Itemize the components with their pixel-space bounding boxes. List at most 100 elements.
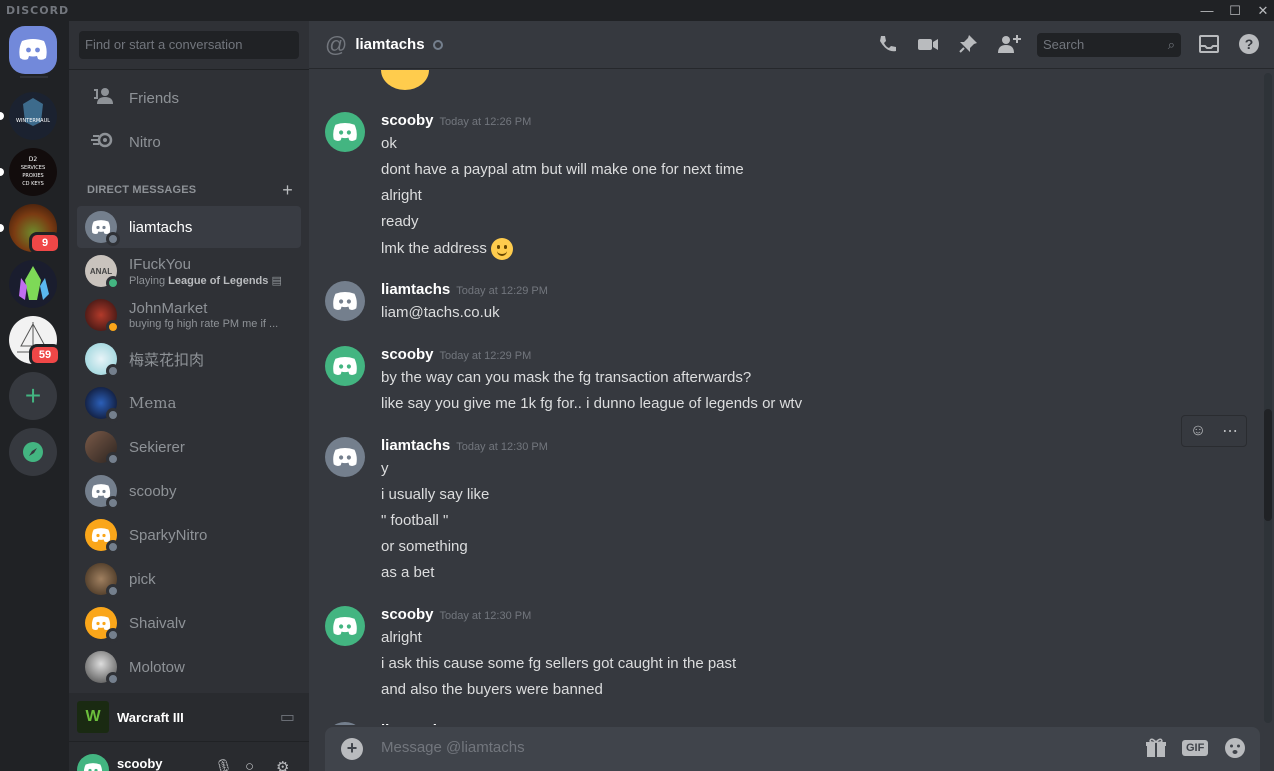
dm-activity: Playing League of Legends ▤ xyxy=(129,274,282,287)
mention-badge: 9 xyxy=(29,232,61,254)
warcraft-icon: W xyxy=(77,701,109,733)
status-indicator xyxy=(106,672,120,686)
message-author[interactable]: liamtachs xyxy=(381,281,450,298)
nav-nitro-label: Nitro xyxy=(129,133,161,151)
message-text: i usually say like xyxy=(381,486,490,503)
message-text: by the way can you mask the fg transacti… xyxy=(381,369,752,386)
message-author[interactable]: liamtachs xyxy=(381,437,450,454)
dm-item[interactable]: SparkyNitro xyxy=(77,514,301,556)
message-author[interactable]: scooby xyxy=(381,606,434,623)
dm-name: scooby xyxy=(129,482,177,500)
avatar[interactable] xyxy=(77,754,109,771)
dm-name: pick xyxy=(129,570,156,588)
unread-pill xyxy=(0,168,4,176)
video-call-icon[interactable] xyxy=(916,33,940,61)
home-button[interactable] xyxy=(9,26,57,74)
avatar[interactable] xyxy=(325,606,365,646)
inbox-icon[interactable] xyxy=(1197,33,1221,61)
at-icon: @ xyxy=(325,31,348,57)
dm-item[interactable]: Sekierer xyxy=(77,426,301,468)
dm-item[interactable]: pick xyxy=(77,558,301,600)
dm-item[interactable]: scooby xyxy=(77,470,301,512)
svg-text:SERVICES: SERVICES xyxy=(21,165,45,171)
avatar[interactable] xyxy=(325,281,365,321)
create-dm-button[interactable]: + xyxy=(282,180,293,201)
status-indicator xyxy=(106,408,120,422)
server-icon[interactable]: 59 xyxy=(9,316,61,366)
server-icon[interactable]: WINTERMAUL xyxy=(0,92,57,140)
add-friend-icon[interactable] xyxy=(997,33,1021,61)
minimize-button[interactable]: — xyxy=(1193,0,1221,21)
nav-friends[interactable]: Friends xyxy=(77,77,301,119)
chat-header: @ liamtachs Search ⌕ ? xyxy=(309,21,1274,69)
dm-item[interactable]: Molotow xyxy=(77,646,301,688)
help-icon[interactable]: ? xyxy=(1237,33,1261,61)
dm-item[interactable]: liamtachs xyxy=(77,206,301,248)
add-server-button[interactable]: + xyxy=(9,372,57,420)
dm-name: 梅菜花扣肉 xyxy=(129,351,205,369)
compass-icon xyxy=(23,442,43,462)
avatar xyxy=(85,519,120,554)
gif-button[interactable]: GIF xyxy=(1182,740,1209,756)
explore-servers-button[interactable] xyxy=(9,428,57,476)
screen-share-icon[interactable]: ▭ xyxy=(280,707,295,727)
dm-name: Molotow xyxy=(129,658,185,676)
scrollbar-thumb[interactable] xyxy=(1264,409,1272,521)
dm-item[interactable]: Mema xyxy=(77,382,301,424)
emoji-picker-icon[interactable] xyxy=(1224,737,1246,764)
avatar[interactable] xyxy=(325,437,365,477)
message-text: lmk the address xyxy=(381,239,487,257)
headphones-icon[interactable]: ○ xyxy=(245,758,254,771)
dm-name: Sekierer xyxy=(129,438,185,456)
dm-item[interactable]: JohnMarket buying fg high rate PM me if … xyxy=(77,294,301,336)
dm-sidebar: Find or start a conversation Friends Nit… xyxy=(69,21,309,771)
nav-nitro[interactable]: Nitro xyxy=(77,121,301,163)
server-crystals-icon xyxy=(19,266,49,300)
message-author[interactable]: liamtachs xyxy=(381,722,450,725)
maximize-button[interactable]: ☐ xyxy=(1221,0,1249,21)
sidebar-divider xyxy=(69,69,309,70)
settings-gear-icon[interactable]: ⚙ xyxy=(276,758,289,771)
message-timestamp: Today at 12:30 PM xyxy=(456,441,548,453)
avatar[interactable] xyxy=(325,722,365,725)
server-icon[interactable] xyxy=(9,260,57,308)
search-icon: ⌕ xyxy=(1167,37,1175,52)
discord-logo-icon xyxy=(19,39,47,60)
title-bar: DISCORD — ☐ ✕ xyxy=(0,0,1274,21)
gift-icon[interactable] xyxy=(1145,737,1167,764)
message-author[interactable]: scooby xyxy=(381,346,434,363)
message-author[interactable]: scooby xyxy=(381,112,434,129)
message-timestamp: Today at 12:29 PM xyxy=(456,285,548,297)
close-button[interactable]: ✕ xyxy=(1249,0,1274,21)
server-icon[interactable]: 9 xyxy=(0,204,61,254)
avatar[interactable] xyxy=(325,112,365,152)
message-text: i ask this cause some fg sellers got cau… xyxy=(381,655,737,672)
message-text: alright xyxy=(381,629,422,646)
avatar[interactable] xyxy=(325,346,365,386)
server-d2-icon: D2 SERVICES PROXIES CD KEYS xyxy=(21,156,45,187)
dm-item[interactable]: 梅菜花扣肉 xyxy=(77,338,301,380)
dm-search-input[interactable]: Find or start a conversation xyxy=(79,31,299,59)
dm-item[interactable]: ANAL IFuckYou Playing League of Legends … xyxy=(77,250,301,292)
more-options-icon[interactable]: ⋯ xyxy=(1222,421,1238,441)
message-search-input[interactable]: Search ⌕ xyxy=(1037,33,1181,57)
microphone-icon[interactable]: 🎙 xyxy=(214,758,233,771)
message-text: liam@tachs.co.uk xyxy=(381,304,500,321)
friends-icon xyxy=(89,86,117,110)
message-text: y xyxy=(381,460,389,477)
status-indicator xyxy=(106,584,120,598)
pin-icon[interactable] xyxy=(956,33,980,61)
mention-badge: 59 xyxy=(29,344,61,366)
scrollbar-track[interactable] xyxy=(1264,73,1272,723)
voice-call-icon[interactable] xyxy=(876,33,900,61)
status-indicator xyxy=(106,628,120,642)
unread-pill xyxy=(0,224,4,232)
upload-button[interactable]: + xyxy=(341,738,363,760)
dm-name: JohnMarket xyxy=(129,300,208,317)
add-reaction-icon[interactable]: ☺ xyxy=(1190,422,1206,440)
message-input[interactable]: Message @liamtachs xyxy=(381,739,525,756)
message-text: and also the buyers were banned xyxy=(381,681,603,698)
dm-item[interactable]: Shaivalv xyxy=(77,602,301,644)
server-icon[interactable]: D2 SERVICES PROXIES CD KEYS xyxy=(0,148,57,196)
chat-panel: @ liamtachs Search ⌕ ? scooby Today at 1… xyxy=(309,21,1274,771)
